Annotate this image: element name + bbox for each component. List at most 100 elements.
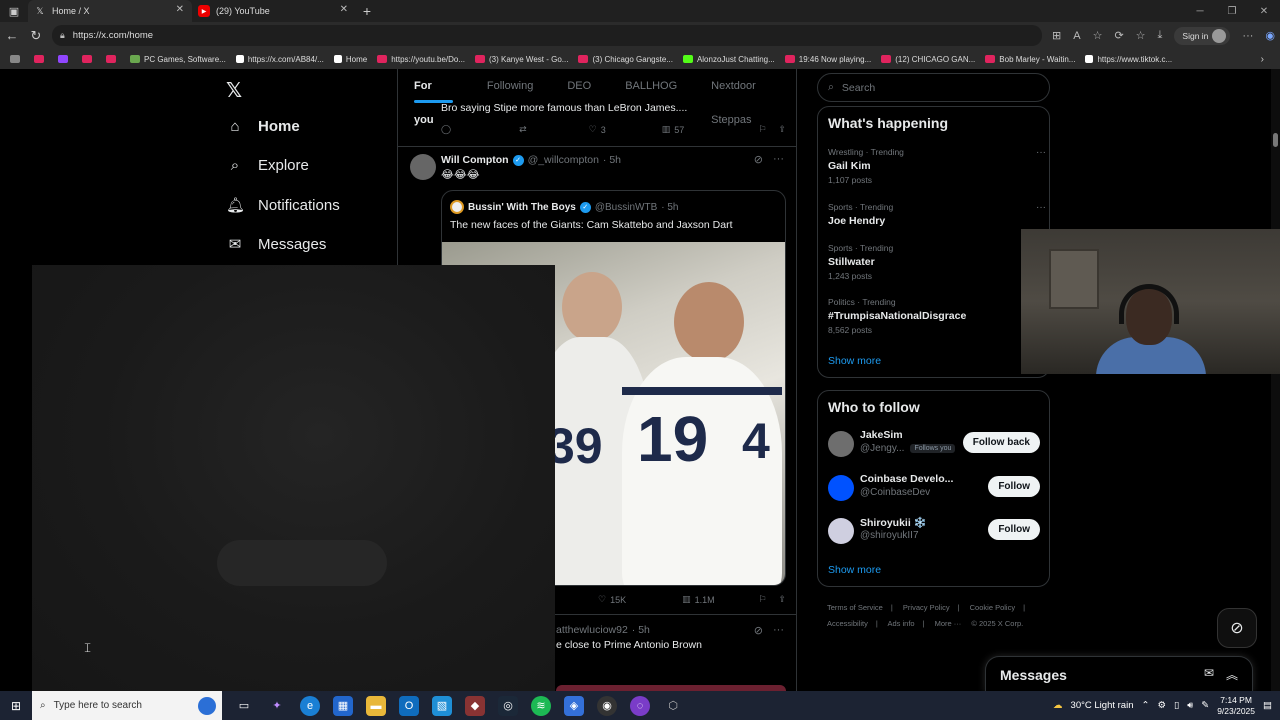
follow-suggestion[interactable]: Coinbase Develo... @CoinbaseDev Follow — [828, 473, 1040, 507]
bookmark-item[interactable] — [6, 55, 28, 63]
refresh-icon[interactable]: ↻ — [24, 28, 48, 44]
more-icon[interactable]: ··· — [773, 624, 784, 637]
app-icon[interactable]: ◈ — [564, 695, 584, 716]
favorites-icon[interactable]: ☆ — [1136, 29, 1146, 42]
accessibility-link[interactable]: Accessibility — [827, 619, 868, 628]
obs-icon[interactable]: ◉ — [597, 695, 617, 716]
search-input[interactable]: ⌕ Search — [817, 73, 1050, 102]
more-icon[interactable]: ··· — [1036, 147, 1046, 158]
bookmark-icon[interactable]: ⚐ — [758, 594, 766, 605]
trend-item[interactable]: Politics · Trending #TrumpisaNationalDis… — [828, 297, 1038, 335]
follow-suggestion[interactable]: Shiroyukii ❄️ @shiroyukII7 Follow — [828, 516, 1040, 550]
sidebar-item-home[interactable]: ⌂ Home — [226, 118, 299, 135]
copilot-icon[interactable]: ✦ — [267, 696, 287, 716]
tab-deo[interactable]: DEO — [567, 69, 591, 103]
task-view-icon[interactable]: ▭ — [234, 696, 254, 716]
bookmark-item[interactable] — [78, 55, 100, 63]
bookmark-item[interactable]: (3) Kanye West - Go... — [471, 55, 572, 64]
expand-icon[interactable]: ︽ — [1226, 666, 1238, 683]
app-icon[interactable]: ◌ — [630, 695, 650, 716]
notifications-icon[interactable]: ▤ — [1263, 700, 1272, 711]
like-button[interactable]: ♡ 15K — [598, 594, 626, 605]
bookmark-item[interactable]: Bob Marley - Waitin... — [981, 55, 1079, 64]
grok-icon[interactable]: ⊘ — [754, 153, 763, 166]
more-icon[interactable]: ··· — [773, 153, 784, 166]
bookmark-item[interactable]: AlonzoJust Chatting... — [679, 55, 779, 64]
extensions-icon[interactable]: ⟳ — [1114, 29, 1123, 42]
trend-item[interactable]: Wrestling · Trending Gail Kim 1,107 post… — [828, 147, 1046, 185]
bookmark-item[interactable]: PC Games, Software... — [126, 55, 230, 64]
outlook-icon[interactable]: O — [399, 695, 419, 716]
back-icon[interactable]: ← — [0, 28, 24, 43]
post-author-handle[interactable]: atthewluciow92 — [556, 624, 628, 636]
terms-link[interactable]: Terms of Service — [827, 603, 883, 612]
show-more-link[interactable]: Show more — [828, 564, 881, 576]
close-icon[interactable]: ✕ — [176, 4, 184, 15]
spotify-icon[interactable]: ≋ — [531, 695, 551, 716]
store-icon[interactable]: ▦ — [333, 695, 353, 716]
minimize-icon[interactable]: ─ — [1184, 6, 1216, 17]
avatar[interactable] — [410, 154, 436, 180]
x-logo-icon[interactable]: 𝕏 — [226, 78, 242, 103]
chevron-right-icon[interactable]: › — [1261, 54, 1280, 65]
tab-for-you[interactable]: For you — [414, 69, 453, 126]
more-link[interactable]: More ··· — [935, 619, 962, 628]
read-aloud-icon[interactable]: A — [1073, 30, 1080, 42]
close-window-icon[interactable]: ✕ — [1248, 6, 1280, 17]
follow-suggestion[interactable]: JakeSim @Jengy... Follows you Follow bac… — [828, 429, 1040, 463]
sign-in-button[interactable]: Sign in — [1174, 26, 1231, 45]
share-icon[interactable]: ⇪ — [778, 124, 786, 135]
sidebar-item-explore[interactable]: ⌕ Explore — [226, 157, 309, 174]
follow-button[interactable]: Follow — [988, 519, 1040, 540]
grok-icon[interactable]: ⊘ — [1217, 608, 1257, 648]
tab-youtube[interactable]: ▶ (29) YouTube ✕ — [192, 0, 356, 22]
tab-following[interactable]: Following — [487, 69, 533, 103]
avatar[interactable] — [828, 518, 854, 544]
views-count[interactable]: ▥ 57 — [662, 124, 685, 135]
bing-icon[interactable] — [198, 696, 216, 715]
follow-back-button[interactable]: Follow back — [962, 432, 1040, 453]
reply-icon[interactable]: ◯ — [441, 124, 451, 135]
follow-button[interactable]: Follow — [988, 476, 1040, 497]
copilot-icon[interactable]: ◉ — [1265, 29, 1275, 42]
edge-icon[interactable]: e — [300, 695, 320, 716]
views-count[interactable]: ▥ 1.1M — [682, 594, 715, 605]
bookmark-item[interactable]: Home — [330, 55, 371, 64]
page-scrollbar[interactable] — [1271, 69, 1280, 691]
url-field[interactable]: 🔒︎ https://x.com/home — [52, 25, 1042, 46]
new-tab-button[interactable]: + — [356, 3, 378, 19]
tab-ballhog[interactable]: BALLHOG — [625, 69, 677, 103]
grok-icon[interactable]: ⊘ — [754, 624, 763, 637]
new-message-icon[interactable]: ✉ — [1204, 666, 1214, 683]
close-icon[interactable]: ✕ — [340, 4, 348, 15]
favorite-star-icon[interactable]: ☆ — [1093, 29, 1103, 42]
taskbar-search-input[interactable]: ⌕ Type here to search — [32, 691, 222, 720]
tab-nextdoor-steppas[interactable]: Nextdoor Steppas — [711, 69, 796, 126]
trend-item[interactable]: Sports · Trending Stillwater 1,243 posts — [828, 243, 1038, 281]
like-button[interactable]: ♡ 3 — [589, 124, 606, 135]
file-explorer-icon[interactable]: ▬ — [366, 695, 386, 716]
trend-item[interactable]: Sports · Trending Joe Hendry ··· — [828, 202, 1046, 227]
bookmark-item[interactable]: (3) Chicago Gangste... — [574, 55, 676, 64]
coinbase-logo-icon[interactable] — [828, 475, 854, 501]
repost-icon[interactable]: ⇄ — [519, 124, 527, 135]
cookie-link[interactable]: Cookie Policy — [970, 603, 1015, 612]
clock[interactable]: 7:14 PM 9/23/2025 — [1217, 695, 1255, 717]
sidebar-item-messages[interactable]: ✉ Messages — [226, 235, 327, 254]
share-icon[interactable]: ⇪ — [778, 594, 786, 605]
tab-home-x[interactable]: 𝕏 Home / X ✕ — [28, 0, 192, 22]
ads-info-link[interactable]: Ads info — [887, 619, 914, 628]
app-icon[interactable]: ◆ — [465, 695, 485, 716]
bookmark-item[interactable]: https://www.tiktok.c... — [1081, 55, 1176, 64]
more-icon[interactable]: ··· — [1036, 202, 1046, 213]
avatar[interactable] — [828, 431, 854, 457]
bookmark-item[interactable] — [30, 55, 52, 63]
network-icon[interactable]: ▯ — [1174, 700, 1179, 711]
bookmark-item[interactable]: 19:46 Now playing... — [781, 55, 876, 64]
app-icon[interactable]: ⬡ — [663, 696, 683, 716]
post-author-handle[interactable]: @_willcompton — [528, 154, 599, 166]
chevron-up-icon[interactable]: ⌃ — [1141, 700, 1149, 711]
messages-drawer[interactable]: Messages ✉ ︽ — [985, 656, 1253, 692]
app-icon[interactable]: ⊞ — [1052, 29, 1061, 42]
privacy-link[interactable]: Privacy Policy — [903, 603, 950, 612]
